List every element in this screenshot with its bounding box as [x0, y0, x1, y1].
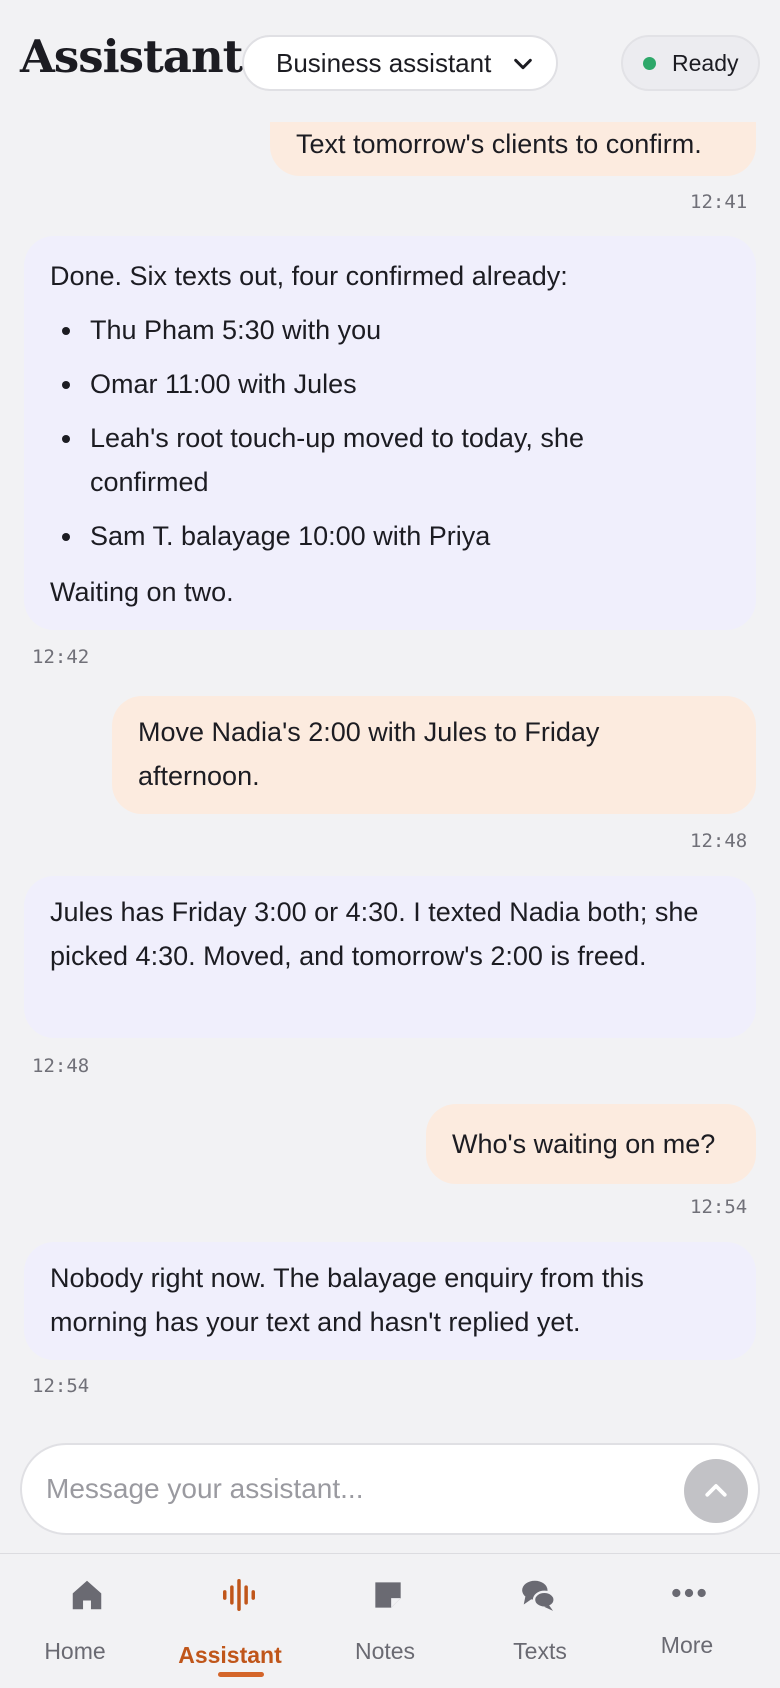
home-icon: [72, 1580, 102, 1610]
list-item: Leah's root touch-up moved to today, she…: [50, 416, 650, 504]
message-text: Jules has Friday 3:00 or 4:30. I texted …: [50, 897, 699, 971]
user-message: Text tomorrow's clients to confirm.: [270, 116, 756, 176]
message-timestamp: 12:54: [690, 1196, 748, 1218]
list-item: Thu Pham 5:30 with you: [50, 308, 730, 352]
message-text: Who's waiting on me?: [452, 1129, 716, 1159]
message-text: Done. Six texts out, four confirmed alre…: [50, 261, 568, 291]
tab-notes[interactable]: Notes: [315, 1554, 465, 1688]
tab-more[interactable]: More: [615, 1554, 765, 1688]
message-input[interactable]: [46, 1465, 676, 1513]
app-header: Assistant Business assistant Ready: [0, 0, 780, 122]
tab-label: More: [660, 1632, 714, 1658]
tab-label: Texts: [513, 1638, 567, 1664]
assistant-mode-select[interactable]: Business assistant: [242, 35, 558, 91]
list-item: Sam T. balayage 10:00 with Priya: [50, 514, 730, 558]
user-message: Move Nadia's 2:00 with Jules to Friday a…: [112, 696, 756, 814]
note-icon: [375, 1582, 401, 1608]
mode-select-value: Business assistant: [276, 47, 492, 78]
status-label: Ready: [672, 49, 739, 76]
assistant-message: Done. Six texts out, four confirmed alre…: [24, 236, 756, 630]
page-title: Assistant: [20, 30, 243, 83]
tab-home[interactable]: Home: [15, 1554, 165, 1688]
message-text: Move Nadia's 2:00 with Jules to Friday a…: [138, 717, 600, 791]
status-badge: Ready: [621, 35, 760, 91]
waveform-icon: [223, 1579, 255, 1611]
confirmation-list: Thu Pham 5:30 with you Omar 11:00 with J…: [50, 308, 730, 558]
message-composer: [20, 1443, 760, 1535]
chevron-down-icon: [514, 58, 532, 70]
message-timestamp: 12:41: [690, 191, 748, 213]
active-tab-indicator: [218, 1672, 264, 1677]
message-timestamp: 12:48: [690, 830, 748, 852]
message-text: Waiting on two.: [50, 577, 234, 607]
tab-texts[interactable]: Texts: [465, 1554, 615, 1688]
message-timestamp: 12:42: [32, 646, 90, 668]
user-message: Who's waiting on me?: [426, 1104, 756, 1184]
message-text: Nobody right now. The balayage enquiry f…: [50, 1263, 644, 1337]
chat-bubbles-icon: [522, 1580, 556, 1611]
assistant-message: Nobody right now. The balayage enquiry f…: [24, 1242, 756, 1360]
bottom-tab-bar: Home Assistant Notes Texts More: [0, 1553, 780, 1688]
list-item: Omar 11:00 with Jules: [50, 362, 730, 406]
tab-assistant[interactable]: Assistant: [165, 1554, 315, 1688]
chat-thread: Text tomorrow's clients to confirm. 12:4…: [0, 0, 780, 1430]
tab-label: Home: [44, 1638, 106, 1664]
tab-label: Assistant: [178, 1642, 282, 1668]
assistant-message: Jules has Friday 3:00 or 4:30. I texted …: [24, 876, 756, 1038]
more-dots-icon: [672, 1588, 706, 1598]
send-button[interactable]: [684, 1459, 748, 1523]
chevron-up-icon: [705, 1484, 727, 1497]
message-timestamp: 12:48: [32, 1055, 90, 1077]
status-dot-icon: [643, 56, 656, 70]
tab-label: Notes: [354, 1638, 416, 1664]
message-text: Text tomorrow's clients to confirm.: [296, 129, 702, 159]
message-timestamp: 12:54: [32, 1375, 90, 1397]
